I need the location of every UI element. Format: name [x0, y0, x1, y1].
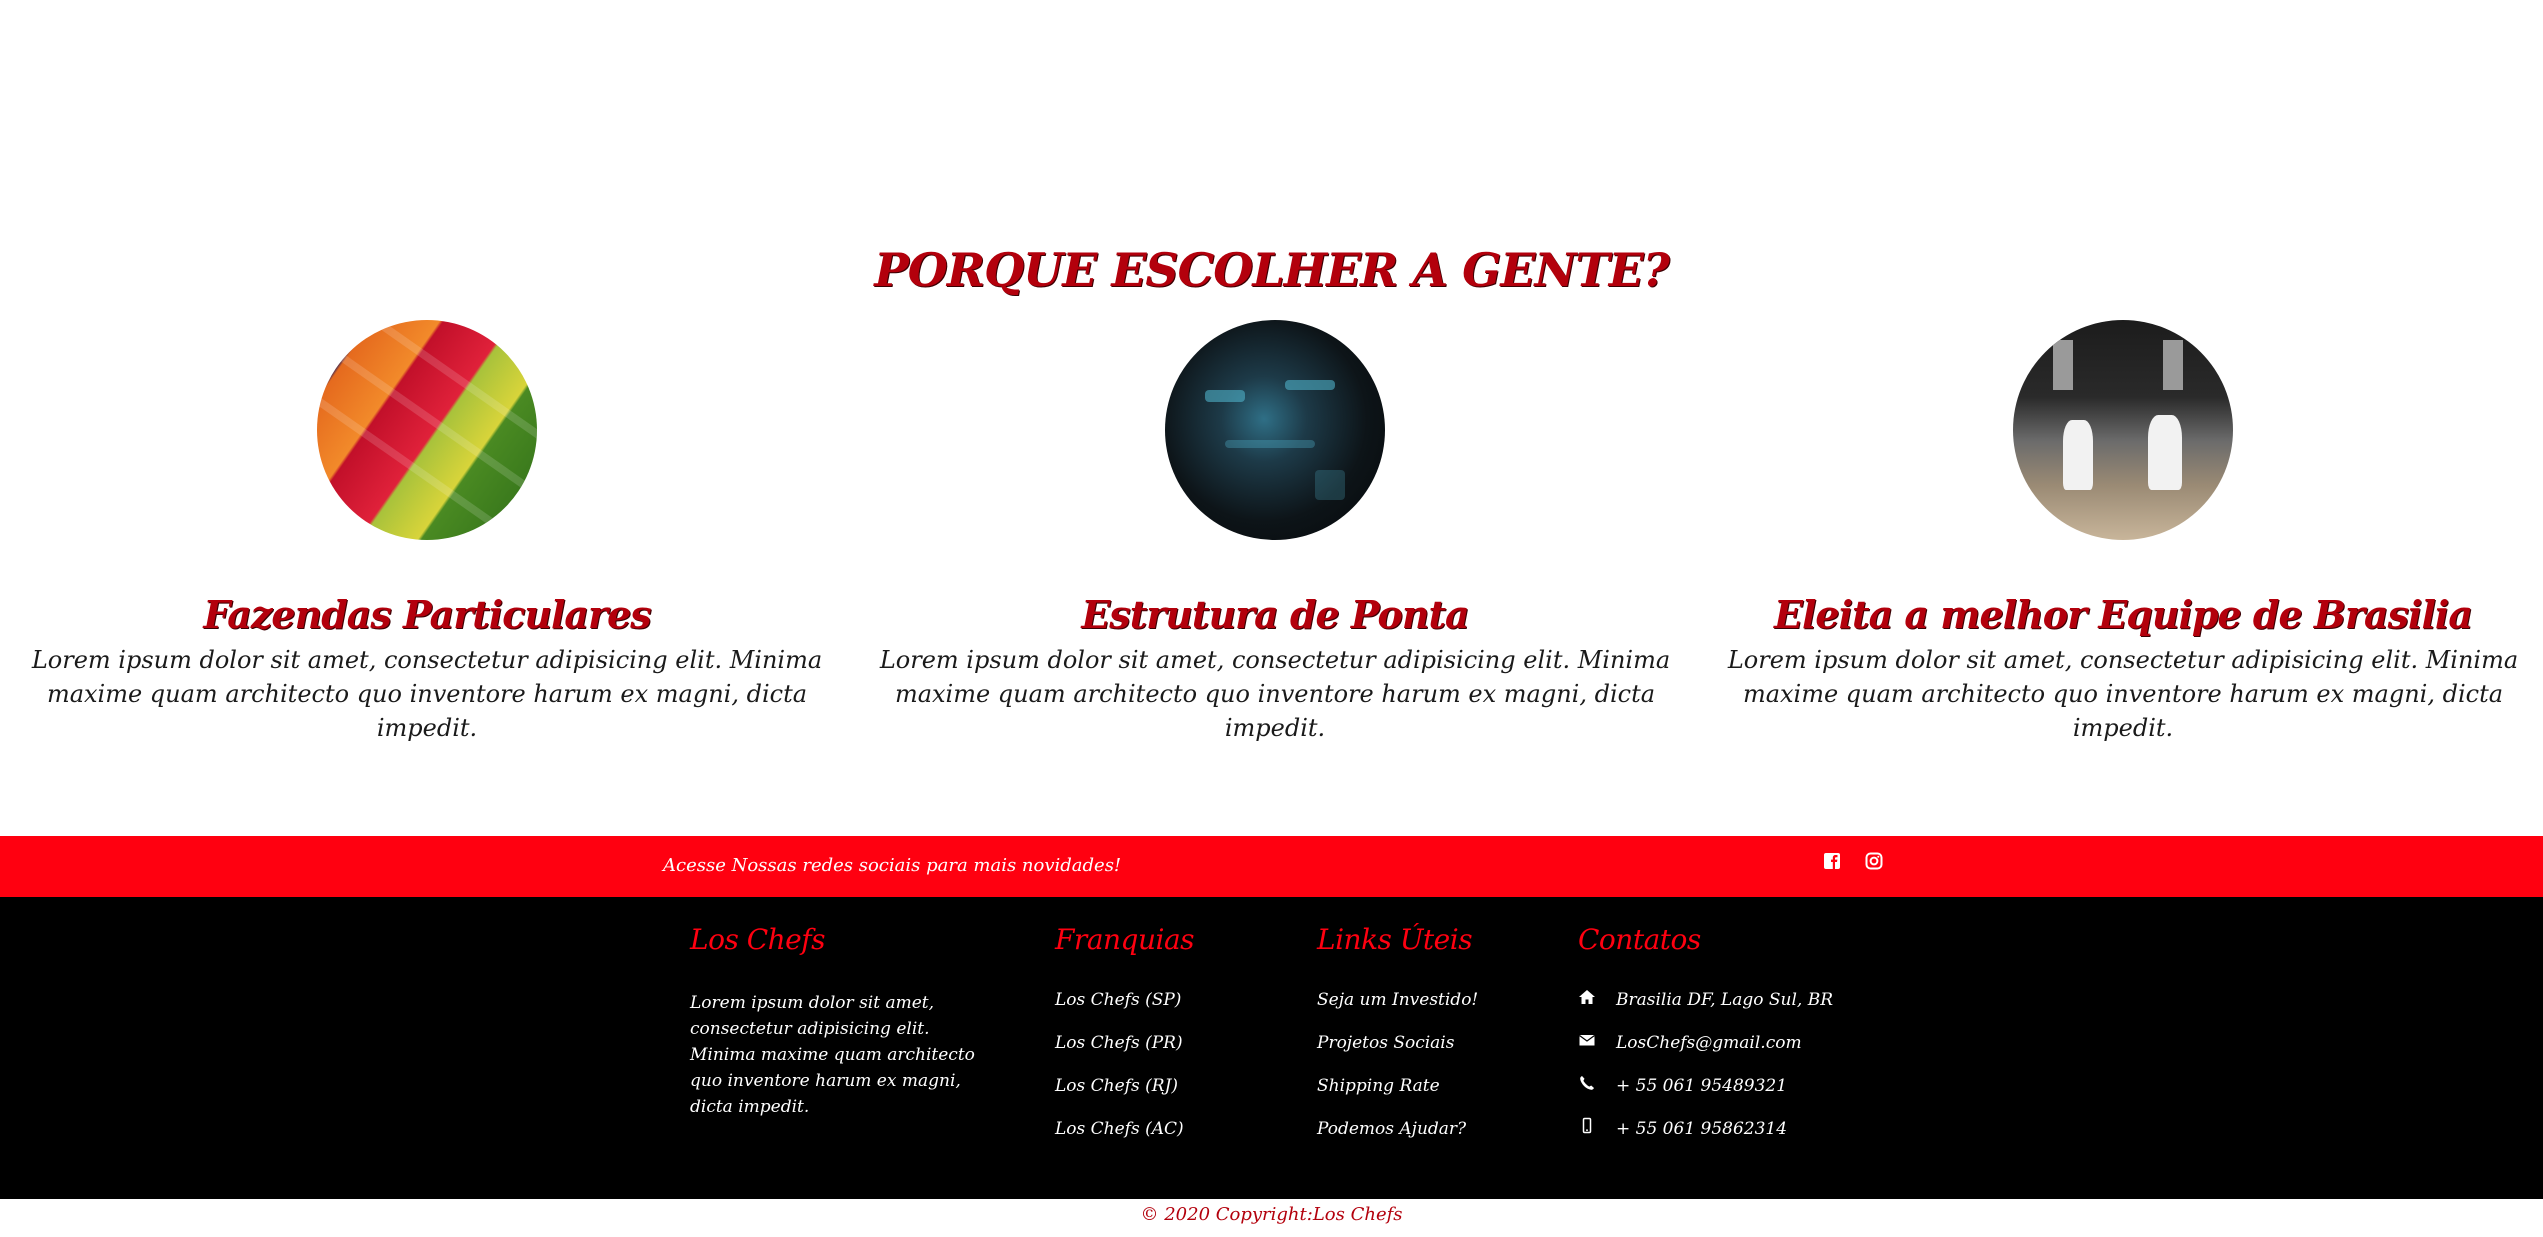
feature-text: Lorem ipsum dolor sit amet, consectetur …	[1727, 646, 2519, 742]
mobile-icon	[1582, 1117, 1592, 1134]
social-icons	[1823, 852, 1883, 870]
feature-card: Fazendas Particulares Lorem ipsum dolor …	[12, 320, 842, 745]
footer-links-title: Links Úteis	[1317, 923, 1473, 956]
footer-brand-title: Los Chefs	[690, 923, 825, 956]
envelope-icon	[1579, 1035, 1595, 1046]
useful-link[interactable]: Podemos Ajudar?	[1317, 1119, 1478, 1162]
section-title: PORQUE ESCOLHER A GENTE?	[874, 243, 1670, 298]
contact-phone[interactable]: + 55 061 95489321	[1578, 1076, 1833, 1119]
useful-link[interactable]: Seja um Investido!	[1317, 990, 1478, 1033]
footer-franchises-title: Franquias	[1055, 923, 1195, 956]
contact-email[interactable]: LosChefs@gmail.com	[1578, 1033, 1833, 1076]
kitchen-photo	[1165, 320, 1385, 540]
feature-card: Estrutura de Ponta Lorem ipsum dolor sit…	[860, 320, 1690, 745]
home-icon	[1579, 990, 1595, 1004]
vegetables-photo	[317, 320, 537, 540]
social-text: Acesse Nossas redes sociais para mais no…	[663, 855, 1122, 876]
footer-links-column: Links Úteis Seja um Investido! Projetos …	[1317, 923, 1478, 1162]
footer-contacts-column: Contatos Brasilia DF, Lago Sul, BR LosCh…	[1578, 923, 1833, 1162]
feature-title: Eleita a melhor Equipe de Brasilia	[1774, 592, 2473, 637]
useful-link[interactable]: Shipping Rate	[1317, 1076, 1478, 1119]
useful-link[interactable]: Projetos Sociais	[1317, 1033, 1478, 1076]
footer-contacts-title: Contatos	[1578, 923, 1701, 956]
feature-card: Eleita a melhor Equipe de Brasilia Lorem…	[1708, 320, 2538, 745]
social-bar: Acesse Nossas redes sociais para mais no…	[0, 836, 2543, 897]
feature-text: Lorem ipsum dolor sit amet, consectetur …	[31, 646, 823, 742]
chefs-photo	[2013, 320, 2233, 540]
feature-text: Lorem ipsum dolor sit amet, consectetur …	[879, 646, 1671, 742]
instagram-icon[interactable]	[1865, 852, 1883, 870]
footer: Los Chefs Lorem ipsum dolor sit amet, co…	[0, 897, 2543, 1199]
phone-icon	[1580, 1076, 1594, 1090]
contact-mobile[interactable]: + 55 061 95862314	[1578, 1117, 1833, 1162]
franchise-link[interactable]: Los Chefs (AC)	[1055, 1119, 1194, 1162]
franchise-link[interactable]: Los Chefs (SP)	[1055, 990, 1194, 1033]
why-choose-us-section: PORQUE ESCOLHER A GENTE? Fazendas Partic…	[0, 0, 2543, 836]
footer-brand-text: Lorem ipsum dolor sit amet, consectetur …	[690, 993, 975, 1117]
footer-franchises-column: Franquias Los Chefs (SP) Los Chefs (PR) …	[1055, 923, 1195, 1162]
feature-title: Estrutura de Ponta	[1081, 592, 1469, 637]
footer-brand-column: Los Chefs Lorem ipsum dolor sit amet, co…	[690, 923, 975, 1120]
facebook-icon[interactable]	[1823, 852, 1841, 870]
feature-title: Fazendas Particulares	[203, 592, 651, 637]
franchise-link[interactable]: Los Chefs (PR)	[1055, 1033, 1194, 1076]
franchise-link[interactable]: Los Chefs (RJ)	[1055, 1076, 1194, 1119]
copyright: © 2020 Copyright:Los Chefs	[1140, 1204, 1403, 1225]
contact-address: Brasilia DF, Lago Sul, BR	[1578, 990, 1833, 1033]
